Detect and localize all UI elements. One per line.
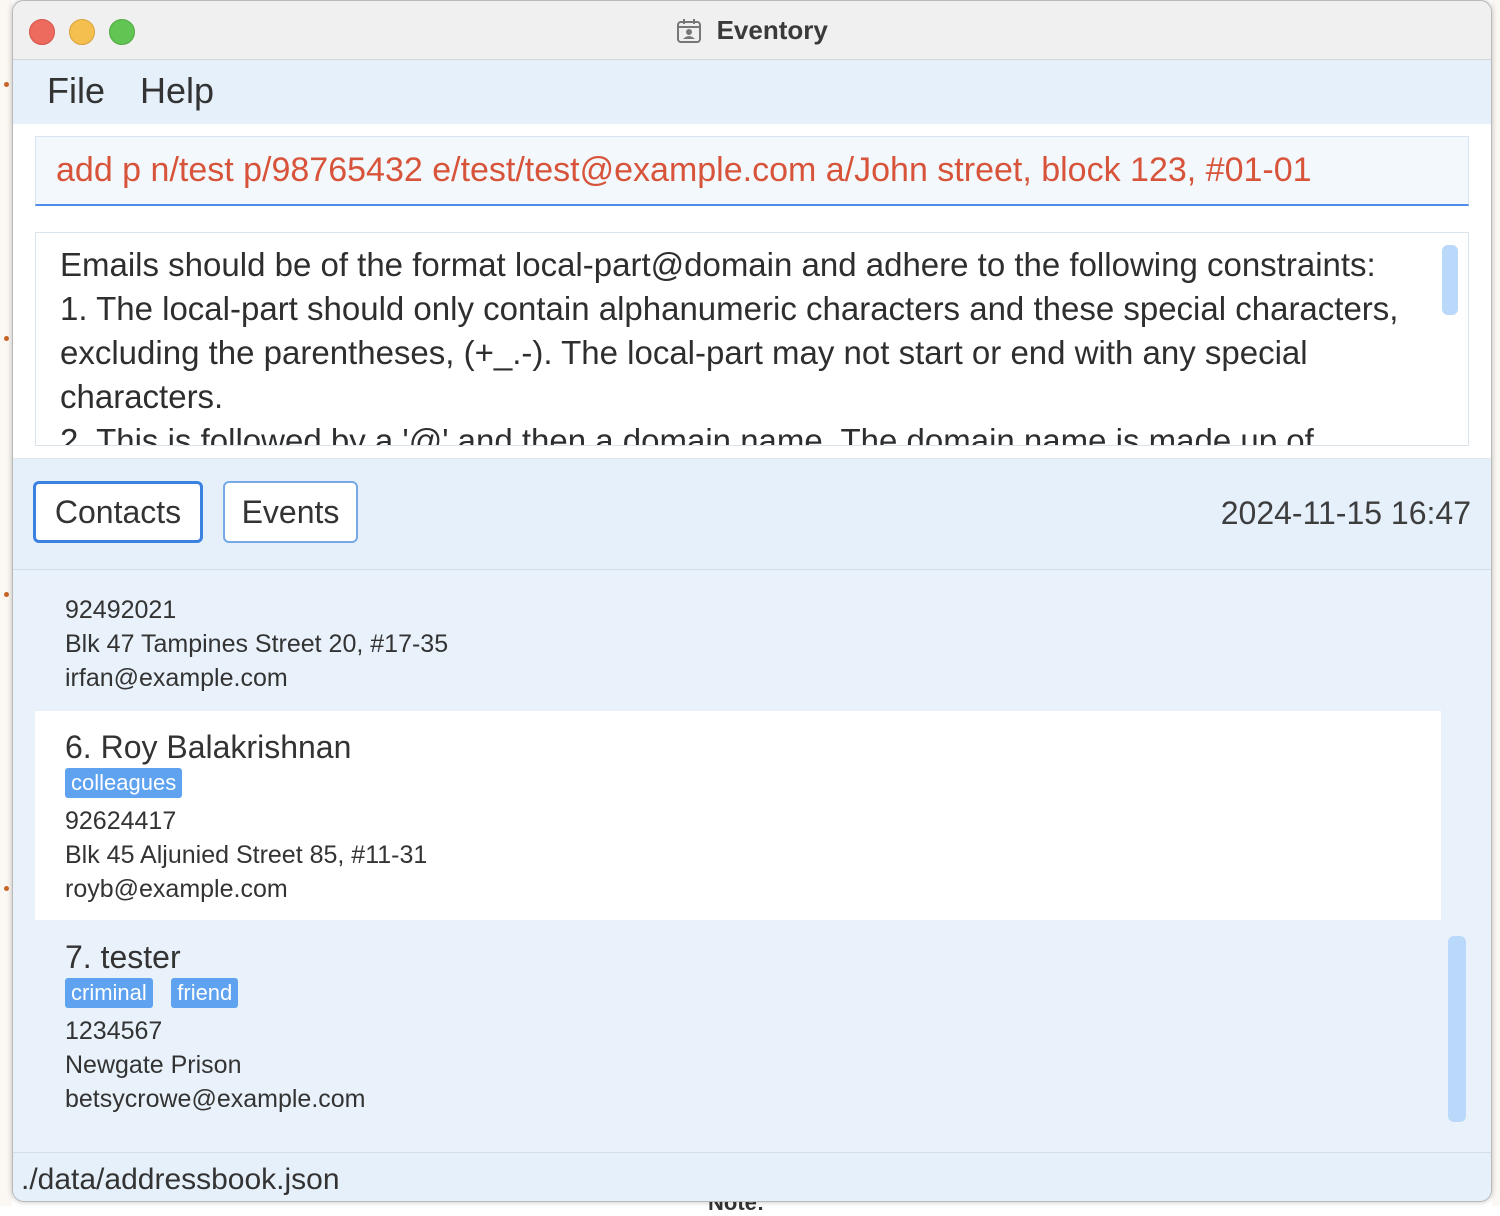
background-window-left — [0, 0, 12, 1206]
contact-name: 6. Roy Balakrishnan — [65, 729, 352, 765]
title-bar: Eventory — [13, 1, 1491, 60]
tab-events[interactable]: Events — [223, 481, 358, 543]
tag-badge: colleagues — [65, 768, 183, 798]
contact-email: irfan@example.com — [65, 664, 288, 692]
background-marker — [4, 592, 9, 597]
menu-file[interactable]: File — [47, 70, 105, 112]
tag-badge: criminal — [65, 978, 153, 1008]
result-message: Emails should be of the format local-par… — [60, 246, 1399, 446]
menu-bar: File Help — [13, 60, 1491, 124]
contact-phone: 92492021 — [65, 596, 177, 624]
contact-address: Blk 47 Tampines Street 20, #17-35 — [65, 630, 449, 658]
menu-help[interactable]: Help — [140, 70, 214, 112]
result-display[interactable]: Emails should be of the format local-par… — [35, 232, 1469, 446]
list-item[interactable]: 7. tester criminal friend 1234567 Newgat… — [35, 921, 1441, 1131]
list-item[interactable]: 6. Roy Balakrishnan colleagues 92624417 … — [35, 711, 1441, 920]
background-window-right — [1492, 0, 1500, 1206]
list-item[interactable]: 92492021 Blk 47 Tampines Street 20, #17-… — [35, 570, 1441, 710]
contact-list[interactable]: 92492021 Blk 47 Tampines Street 20, #17-… — [13, 570, 1491, 1152]
list-scrollbar[interactable] — [1448, 936, 1466, 1122]
command-area: add p n/test p/98765432 e/test/test@exam… — [13, 124, 1491, 216]
result-area: Emails should be of the format local-par… — [13, 216, 1491, 459]
result-scrollbar[interactable] — [1442, 245, 1458, 315]
window-title: Eventory — [716, 15, 828, 45]
contact-phone: 1234567 — [65, 1017, 163, 1045]
contact-email: betsycrowe@example.com — [65, 1085, 366, 1113]
status-bar: ./data/addressbook.json — [13, 1152, 1491, 1201]
contact-phone: 92624417 — [65, 807, 177, 835]
tag-badge: friend — [171, 978, 239, 1008]
background-marker — [4, 82, 9, 87]
save-location: ./data/addressbook.json — [21, 1163, 340, 1196]
app-window: Eventory File Help add p n/test p/987654… — [12, 0, 1492, 1202]
tab-bar: Contacts Events 2024-11-15 16:47 — [13, 459, 1491, 570]
background-marker — [4, 336, 9, 341]
contact-email: royb@example.com — [65, 875, 288, 903]
contact-tags: criminal friend — [65, 978, 252, 1008]
calendar-contact-icon — [677, 18, 702, 43]
tab-contacts[interactable]: Contacts — [33, 481, 203, 543]
contact-name: 7. tester — [65, 939, 181, 975]
contact-tags: colleagues — [65, 768, 196, 798]
contact-address: Blk 45 Aljunied Street 85, #11-31 — [65, 841, 428, 869]
command-input[interactable]: add p n/test p/98765432 e/test/test@exam… — [35, 136, 1469, 206]
clock-display: 2024-11-15 16:47 — [1220, 495, 1471, 531]
contact-address: Newgate Prison — [65, 1051, 242, 1079]
background-marker — [4, 886, 9, 891]
